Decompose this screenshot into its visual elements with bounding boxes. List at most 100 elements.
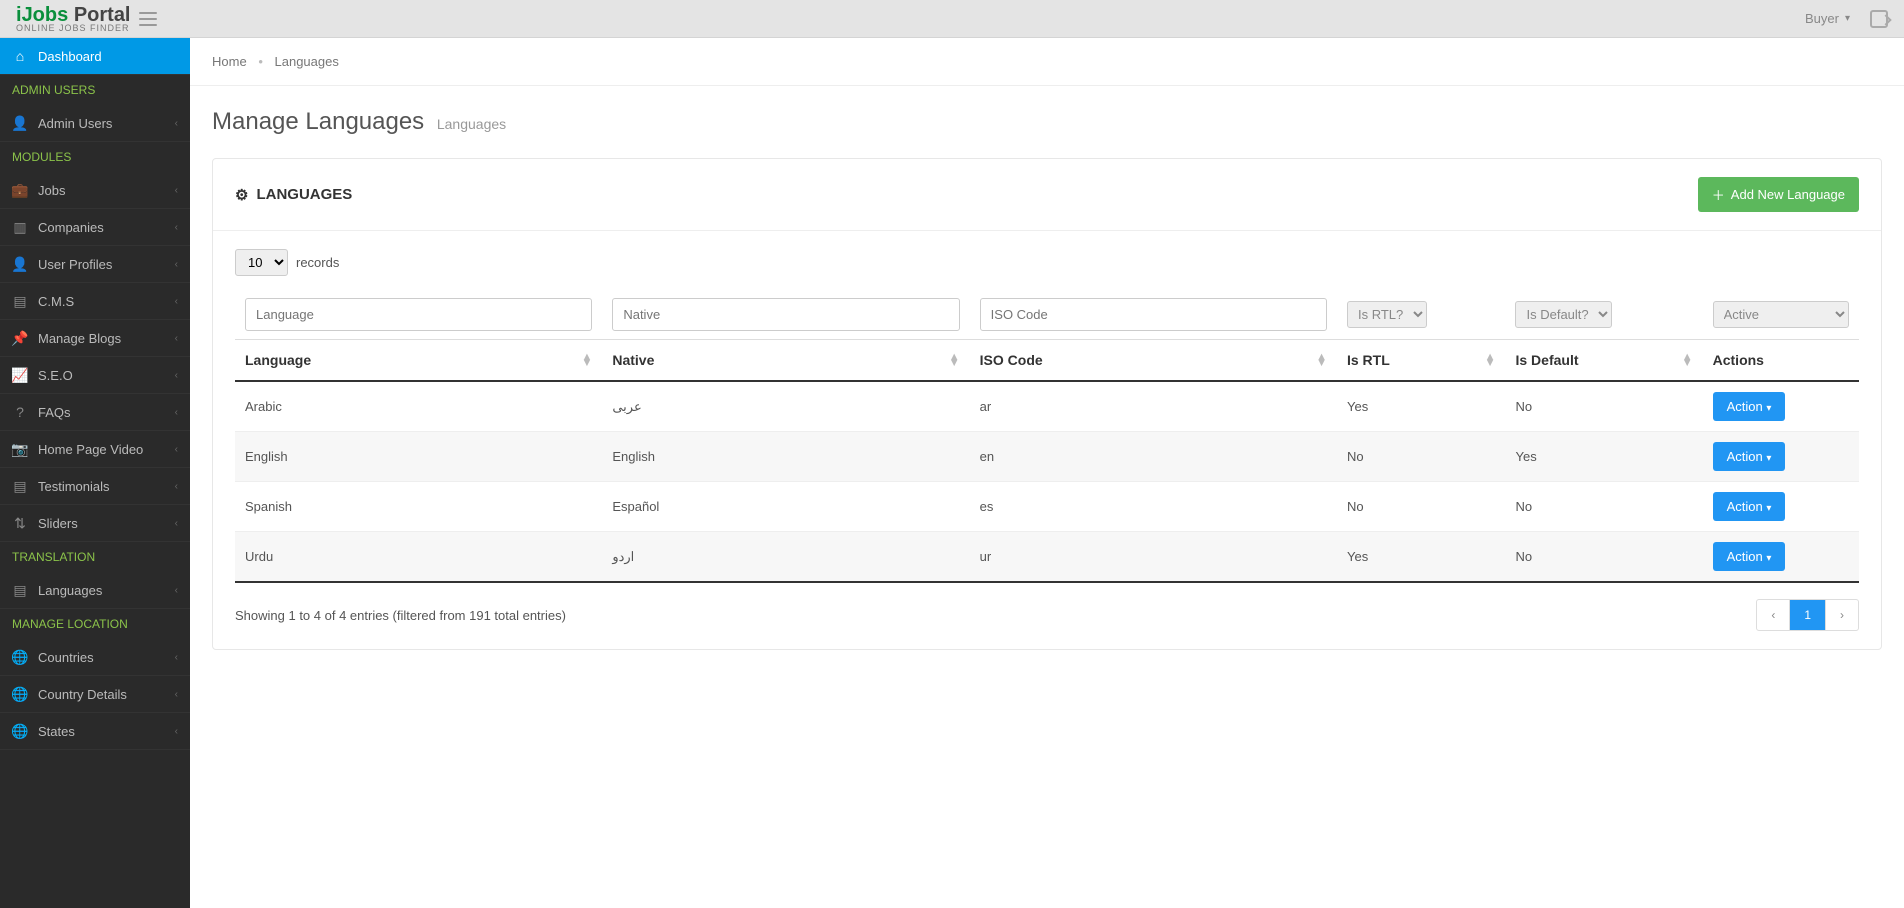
sidebar-item-jobs[interactable]: 💼Jobs‹	[0, 172, 190, 209]
page-title: Manage Languages Languages	[190, 86, 1904, 158]
chevron-right-icon: ‹	[175, 118, 178, 129]
pin-icon: 📌	[12, 330, 28, 346]
chevron-right-icon: ‹	[175, 481, 178, 492]
col-native[interactable]: Native▲▼	[602, 340, 969, 382]
filter-language[interactable]	[245, 298, 592, 331]
sidebar-item-states[interactable]: 🌐States‹	[0, 713, 190, 750]
sidebar: ⌂DashboardADMIN USERS 👤 Admin Users ‹ MODULE…	[0, 38, 190, 908]
col-language[interactable]: Language▲▼	[235, 340, 602, 382]
logout-icon[interactable]	[1870, 10, 1888, 28]
building-icon: ▥	[12, 219, 28, 235]
row-action-button[interactable]: Action ▾	[1713, 492, 1786, 521]
filter-native[interactable]	[612, 298, 959, 331]
sidebar-item-label: Home Page Video	[38, 442, 143, 457]
chevron-right-icon: ‹	[175, 333, 178, 344]
add-language-button[interactable]: ＋ Add New Language	[1698, 177, 1859, 212]
help-icon: ?	[12, 404, 28, 420]
sort-icon: ▲▼	[581, 354, 592, 366]
chevron-right-icon: ‹	[175, 518, 178, 529]
sidebar-item-manage-blogs[interactable]: 📌 Manage Blogs ‹	[0, 320, 190, 357]
sidebar-item-admin-users[interactable]: 👤Admin Users‹	[0, 105, 190, 142]
chevron-down-icon: ▾	[1766, 553, 1771, 564]
sidebar-item-label: Admin Users	[38, 116, 112, 131]
filter-rtl[interactable]: Is RTL?	[1347, 301, 1427, 328]
cell-iso: es	[970, 482, 1337, 532]
sidebar-item-label: S.E.O	[38, 368, 73, 383]
logo[interactable]: iJobs Portal ONLINE JOBS FINDER	[16, 5, 157, 33]
row-action-button[interactable]: Action ▾	[1713, 392, 1786, 421]
breadcrumb-home[interactable]: Home	[212, 54, 247, 69]
panel-heading: ⚙ LANGUAGES	[235, 186, 352, 204]
chevron-right-icon: ‹	[175, 689, 178, 700]
user-name: Buyer	[1805, 11, 1839, 26]
filter-active[interactable]: Active	[1713, 301, 1849, 328]
chevron-right-icon: ‹	[175, 444, 178, 455]
sidebar-header: ADMIN USERS	[0, 75, 190, 105]
sidebar-item-testimonials[interactable]: ▤ Testimonials ‹	[0, 468, 190, 505]
table-row: UrduاردوurYesNoAction ▾	[235, 532, 1859, 583]
page-length-select[interactable]: 10	[235, 249, 288, 276]
cell-rtl: No	[1337, 482, 1506, 532]
chevron-right-icon: ‹	[175, 370, 178, 381]
lang-icon: ▤	[12, 582, 28, 598]
sidebar-item-s-e-o[interactable]: 📈S.E.O‹	[0, 357, 190, 394]
sidebar-item-label: Manage Blogs	[38, 331, 121, 346]
col-is-rtl[interactable]: Is RTL▲▼	[1337, 340, 1506, 382]
sidebar-item-sliders[interactable]: ⇅Sliders‹	[0, 505, 190, 542]
cell-native: Español	[602, 482, 969, 532]
globe-icon: 🌐	[12, 649, 28, 665]
menu-toggle-icon[interactable]	[139, 12, 157, 26]
row-action-button[interactable]: Action ▾	[1713, 442, 1786, 471]
pager-page-1[interactable]: 1	[1789, 600, 1825, 630]
sidebar-item-user-profiles[interactable]: 👤User Profiles‹	[0, 246, 190, 283]
user-icon: 👤	[12, 256, 28, 272]
sidebar-item-label: Languages	[38, 583, 102, 598]
col-actions[interactable]: Actions	[1703, 340, 1859, 382]
chevron-right-icon: ‹	[175, 222, 178, 233]
cell-native: اردو	[602, 532, 969, 583]
sidebar-item-country-details[interactable]: 🌐Country Details‹	[0, 676, 190, 713]
sidebar-item-label: FAQs	[38, 405, 71, 420]
sidebar-item-label: Dashboard	[38, 49, 102, 64]
chevron-down-icon: ▾	[1845, 13, 1850, 24]
plus-icon: ＋	[1712, 185, 1725, 204]
sidebar-item-countries[interactable]: 🌐Countries‹	[0, 639, 190, 676]
cell-iso: ur	[970, 532, 1337, 583]
chevron-right-icon: ‹	[175, 407, 178, 418]
filter-default[interactable]: Is Default?	[1515, 301, 1612, 328]
chevron-right-icon: ‹	[175, 259, 178, 270]
row-action-button[interactable]: Action ▾	[1713, 542, 1786, 571]
sidebar-item-companies[interactable]: ▥ Companies ‹	[0, 209, 190, 246]
camera-icon: 📷	[12, 441, 28, 457]
cell-language: Spanish	[235, 482, 602, 532]
sidebar-item-c-m-s[interactable]: ▤C.M.S‹	[0, 283, 190, 320]
cell-rtl: Yes	[1337, 381, 1506, 432]
col-iso-code[interactable]: ISO Code▲▼	[970, 340, 1337, 382]
sidebar-header: TRANSLATION	[0, 542, 190, 572]
cell-iso: ar	[970, 381, 1337, 432]
sidebar-item-languages[interactable]: ▤Languages‹	[0, 572, 190, 609]
cell-native: عربى	[602, 381, 969, 432]
sort-icon: ▲▼	[1682, 354, 1693, 366]
sidebar-item-faqs[interactable]: ? FAQs ‹	[0, 394, 190, 431]
gear-icon: ⚙	[235, 186, 248, 204]
sidebar-item-label: Companies	[38, 220, 104, 235]
breadcrumb: Home • Languages	[190, 38, 1904, 86]
pager-next[interactable]: ›	[1825, 600, 1858, 630]
topbar: iJobs Portal ONLINE JOBS FINDER Buyer ▾	[0, 0, 1904, 38]
filter-iso[interactable]	[980, 298, 1327, 331]
sidebar-header: MODULES	[0, 142, 190, 172]
user-menu[interactable]: Buyer ▾	[1805, 11, 1850, 26]
sidebar-item-dashboard[interactable]: ⌂Dashboard	[0, 38, 190, 75]
chevron-down-icon: ▾	[1766, 403, 1771, 414]
sidebar-item-home-page-video[interactable]: 📷 Home Page Video ‹	[0, 431, 190, 468]
briefcase-icon: 💼	[12, 182, 28, 198]
table-row: ArabicعربىarYesNoAction ▾	[235, 381, 1859, 432]
cell-rtl: Yes	[1337, 532, 1506, 583]
pager-prev[interactable]: ‹	[1757, 600, 1789, 630]
col-is-default[interactable]: Is Default▲▼	[1505, 340, 1702, 382]
sidebar-item-label: Testimonials	[38, 479, 110, 494]
languages-table: Is RTL? Is Default? Active Language▲▼Nat…	[235, 290, 1859, 583]
file-icon: ▤	[12, 478, 28, 494]
sidebar-item-label: Country Details	[38, 687, 127, 702]
